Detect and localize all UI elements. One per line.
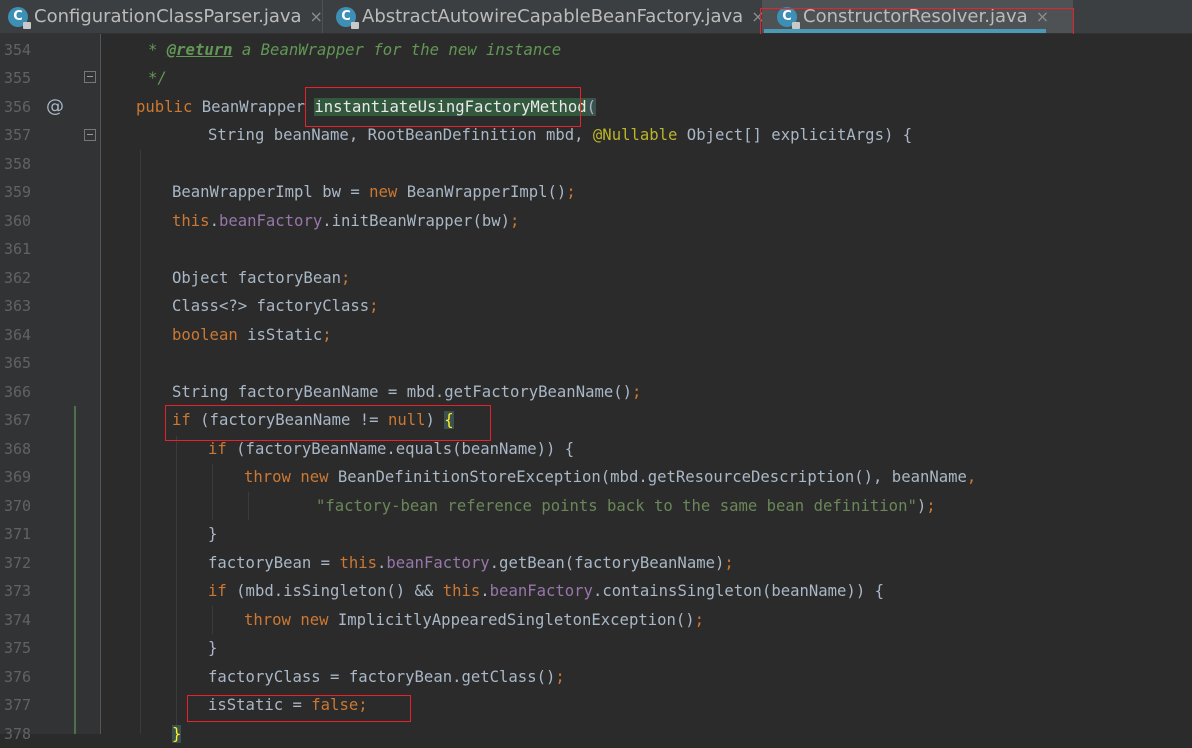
lock-icon bbox=[351, 21, 359, 29]
override-marker-icon[interactable]: @ bbox=[46, 93, 64, 121]
line-number: 377 bbox=[4, 696, 32, 714]
class-file-icon: C bbox=[777, 6, 800, 29]
code-text: */ bbox=[148, 69, 167, 87]
code-line: 358 bbox=[0, 150, 1192, 178]
line-number: 378 bbox=[4, 725, 32, 743]
line-number: 355 bbox=[4, 69, 32, 87]
tab-abstract-autowire-capable-bean-factory[interactable]: C AbstractAutowireCapableBeanFactory.jav… bbox=[336, 0, 765, 33]
tab-label: ConstructorResolver.java bbox=[803, 6, 1028, 27]
code-line: 359 BeanWrapperImpl bw = new BeanWrapper… bbox=[0, 178, 1192, 206]
code-editor[interactable]: 354 * @return a BeanWrapper for the new … bbox=[0, 34, 1192, 743]
line-number: 370 bbox=[4, 497, 32, 515]
line-number: 376 bbox=[4, 668, 32, 686]
line-number: 359 bbox=[4, 183, 32, 201]
line-number: 373 bbox=[4, 582, 32, 600]
code-text: factoryBean = this.beanFactory.getBean(f… bbox=[208, 554, 734, 572]
code-line: 361 bbox=[0, 235, 1192, 263]
code-line: 354 * @return a BeanWrapper for the new … bbox=[0, 36, 1192, 64]
code-line: 369 throw new BeanDefinitionStoreExcepti… bbox=[0, 463, 1192, 491]
code-line: 374 throw new ImplicitlyAppearedSingleto… bbox=[0, 606, 1192, 634]
code-line: 368 if (factoryBeanName.equals(beanName)… bbox=[0, 435, 1192, 463]
code-line: 362 Object factoryBean; bbox=[0, 264, 1192, 292]
code-text: * @return a BeanWrapper for the new inst… bbox=[148, 41, 562, 59]
tab-configuration-class-parser[interactable]: C ConfigurationClassParser.java × bbox=[8, 0, 323, 33]
code-text: String factoryBeanName = mbd.getFactoryB… bbox=[172, 383, 642, 401]
code-line: 360 this.beanFactory.initBeanWrapper(bw)… bbox=[0, 207, 1192, 235]
line-number: 360 bbox=[4, 212, 32, 230]
tab-divider bbox=[322, 0, 323, 33]
code-line: 367 if (factoryBeanName != null) { bbox=[0, 406, 1192, 434]
code-line: 373 if (mbd.isSingleton() && this.beanFa… bbox=[0, 577, 1192, 605]
active-tab-indicator bbox=[764, 29, 1046, 33]
line-number: 358 bbox=[4, 155, 32, 173]
code-text: Class<?> factoryClass; bbox=[172, 297, 379, 315]
code-line: 375 } bbox=[0, 634, 1192, 662]
line-number: 357 bbox=[4, 126, 32, 144]
code-text: } bbox=[208, 525, 218, 543]
code-text: factoryClass = factoryBean.getClass(); bbox=[208, 668, 565, 686]
code-line: 377 isStatic = false; bbox=[0, 691, 1192, 719]
code-text: isStatic = false; bbox=[208, 696, 368, 714]
class-file-icon: C bbox=[8, 6, 31, 29]
line-number: 363 bbox=[4, 297, 32, 315]
editor-tab-bar: C ConfigurationClassParser.java × C Abst… bbox=[0, 0, 1192, 34]
code-line: 355 */ bbox=[0, 64, 1192, 92]
line-number: 368 bbox=[4, 440, 32, 458]
line-number: 366 bbox=[4, 383, 32, 401]
code-line: 357 String beanName, RootBeanDefinition … bbox=[0, 121, 1192, 149]
code-text: if (mbd.isSingleton() && this.beanFactor… bbox=[208, 582, 884, 600]
code-text: if (factoryBeanName != null) { bbox=[172, 411, 454, 429]
class-file-icon: C bbox=[336, 6, 359, 29]
line-number: 367 bbox=[4, 411, 32, 429]
code-line: 364 boolean isStatic; bbox=[0, 321, 1192, 349]
code-text: boolean isStatic; bbox=[172, 326, 332, 344]
line-number: 371 bbox=[4, 525, 32, 543]
code-text: throw new BeanDefinitionStoreException(m… bbox=[244, 468, 977, 486]
code-line: 365 bbox=[0, 349, 1192, 377]
code-text: } bbox=[208, 639, 218, 657]
code-line: 366 String factoryBeanName = mbd.getFact… bbox=[0, 378, 1192, 406]
line-number: 362 bbox=[4, 269, 32, 287]
tab-label: AbstractAutowireCapableBeanFactory.java bbox=[362, 6, 744, 27]
code-text: "factory-bean reference points back to t… bbox=[316, 497, 936, 515]
code-line: 376 factoryClass = factoryBean.getClass(… bbox=[0, 663, 1192, 691]
code-line: 372 factoryBean = this.beanFactory.getBe… bbox=[0, 549, 1192, 577]
lock-icon bbox=[792, 21, 800, 29]
code-line: 370 "factory-bean reference points back … bbox=[0, 492, 1192, 520]
line-number: 369 bbox=[4, 468, 32, 486]
code-text: } bbox=[172, 725, 182, 743]
code-text: if (factoryBeanName.equals(beanName)) { bbox=[208, 440, 575, 458]
line-number: 365 bbox=[4, 354, 32, 372]
code-text: this.beanFactory.initBeanWrapper(bw); bbox=[172, 212, 520, 230]
code-text: BeanWrapperImpl bw = new BeanWrapperImpl… bbox=[172, 183, 576, 201]
line-number: 354 bbox=[4, 41, 32, 59]
code-text: Object factoryBean; bbox=[172, 269, 351, 287]
line-number: 364 bbox=[4, 326, 32, 344]
code-line: 371 } bbox=[0, 520, 1192, 548]
code-line: 378 } bbox=[0, 720, 1192, 748]
close-icon[interactable]: × bbox=[1036, 7, 1049, 26]
code-line: 356 @ public BeanWrapper instantiateUsin… bbox=[0, 93, 1192, 121]
code-line: 363 Class<?> factoryClass; bbox=[0, 292, 1192, 320]
close-icon[interactable]: × bbox=[310, 7, 323, 26]
tab-label: ConfigurationClassParser.java bbox=[34, 6, 302, 27]
code-text: String beanName, RootBeanDefinition mbd,… bbox=[208, 126, 913, 144]
line-number: 361 bbox=[4, 240, 32, 258]
lock-icon bbox=[23, 21, 31, 29]
line-number: 372 bbox=[4, 554, 32, 572]
line-number: 356 bbox=[4, 98, 32, 116]
code-text: throw new ImplicitlyAppearedSingletonExc… bbox=[244, 611, 705, 629]
line-number: 375 bbox=[4, 639, 32, 657]
line-number: 374 bbox=[4, 611, 32, 629]
code-text: public BeanWrapper instantiateUsingFacto… bbox=[136, 98, 597, 116]
method-name: instantiateUsingFactoryMethod bbox=[314, 98, 587, 116]
